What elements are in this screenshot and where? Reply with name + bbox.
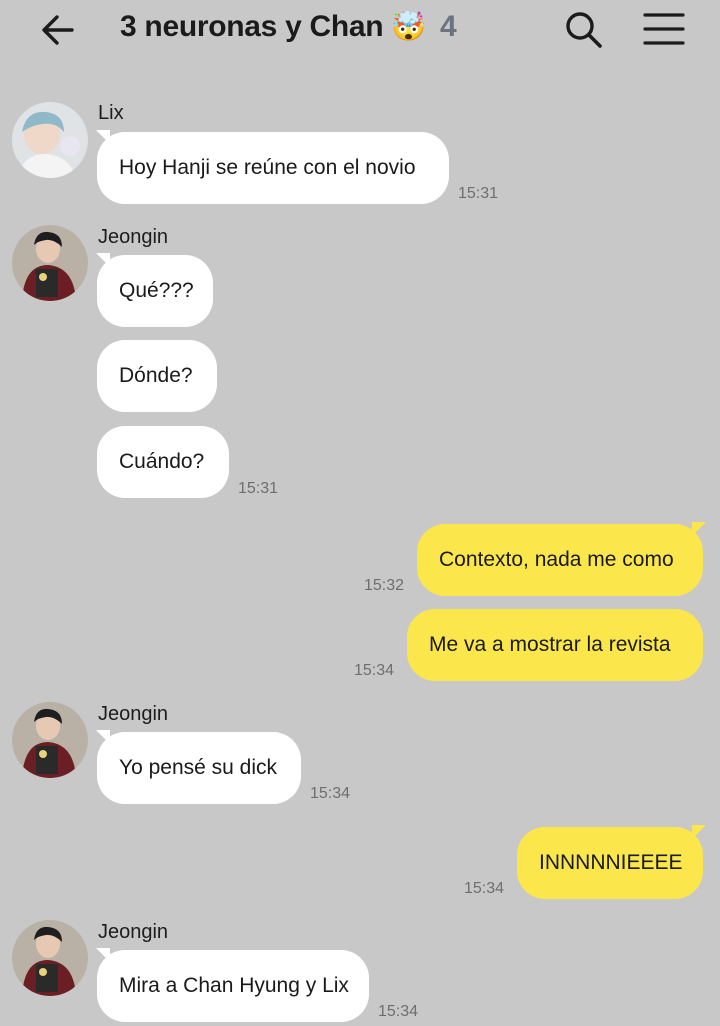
avatar-jeongin[interactable]	[12, 920, 88, 996]
message-bubble[interactable]: INNNNNIEEEE	[517, 827, 703, 899]
arrow-left-icon[interactable]	[38, 10, 78, 50]
message-time: 15:31	[458, 185, 499, 202]
message-bubble[interactable]: Mira a Chan Hyung y Lix	[97, 950, 369, 1022]
sender-name: Jeongin	[98, 226, 169, 248]
sender-name: Jeongin	[98, 921, 169, 943]
hamburger-menu-icon[interactable]	[643, 12, 685, 46]
search-icon[interactable]	[564, 10, 604, 50]
message-bubble[interactable]: Contexto, nada me como	[417, 524, 703, 596]
message-bubble[interactable]: Me va a mostrar la revista	[407, 609, 703, 681]
message-bubble[interactable]: Qué???	[97, 255, 213, 327]
sender-name: Lix	[98, 102, 124, 124]
message-time: 15:32	[364, 577, 405, 594]
avatar-lix[interactable]	[12, 102, 88, 178]
message-time: 15:34	[310, 785, 351, 802]
avatar-jeongin[interactable]	[12, 702, 88, 778]
message-bubble[interactable]: Cuándo?	[97, 426, 229, 498]
member-count: 4	[439, 10, 457, 43]
message-time: 15:34	[354, 662, 395, 679]
message-time: 15:31	[238, 480, 279, 497]
message-time: 15:34	[378, 1003, 419, 1020]
bubble-tail	[692, 522, 706, 536]
message-bubble[interactable]: Dónde?	[97, 340, 217, 412]
message-bubble[interactable]: Hoy Hanji se reúne con el novio	[97, 132, 449, 204]
chat-title: 3 neuronas y Chan 🤯 4	[120, 10, 457, 44]
sender-name: Jeongin	[98, 703, 169, 725]
message-bubble[interactable]: Yo pensé su dick	[97, 732, 301, 804]
message-time: 15:34	[464, 880, 505, 897]
chat-name: 3 neuronas y Chan	[120, 10, 384, 43]
bubble-tail	[692, 825, 706, 839]
avatar-jeongin[interactable]	[12, 225, 88, 301]
chat-header: 3 neuronas y Chan 🤯 4	[0, 0, 720, 64]
title-emoji: 🤯	[391, 11, 426, 42]
